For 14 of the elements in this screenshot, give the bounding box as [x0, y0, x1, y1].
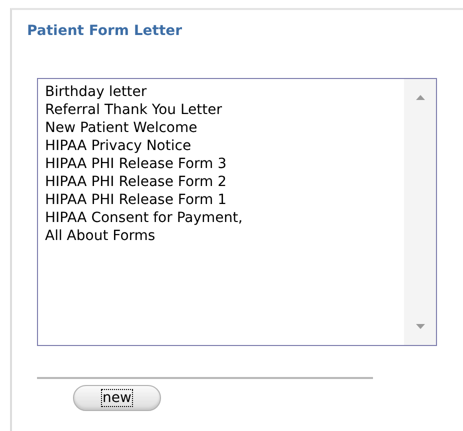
letter-option[interactable]: HIPAA PHI Release Form 3: [45, 155, 227, 173]
letter-option[interactable]: All About Forms: [45, 227, 156, 245]
letter-option[interactable]: New Patient Welcome: [45, 119, 198, 137]
panel-title: Patient Form Letter: [27, 23, 182, 39]
letter-option[interactable]: HIPAA PHI Release Form 1: [45, 191, 227, 209]
letter-option[interactable]: HIPAA PHI Release Form 2: [45, 173, 227, 191]
scroll-up-icon[interactable]: [416, 95, 424, 100]
letter-option[interactable]: HIPAA Consent for Payment,: [45, 209, 243, 227]
scroll-down-icon[interactable]: [416, 324, 424, 329]
letter-option[interactable]: Birthday letter: [45, 83, 147, 101]
new-button[interactable]: new: [73, 385, 161, 411]
letter-option[interactable]: Referral Thank You Letter: [45, 101, 222, 119]
letter-listbox[interactable]: Birthday letter Referral Thank You Letter New Patient Welcome HIPAA Privacy Notice HIPAA PHI Release Form 3 HIPAA PHI Release Form 2 HIPAA PHI Release Form 1 HIPAA Consent for Payment, All About Forms: [37, 78, 437, 346]
letter-option[interactable]: HIPAA Privacy Notice: [45, 137, 192, 155]
